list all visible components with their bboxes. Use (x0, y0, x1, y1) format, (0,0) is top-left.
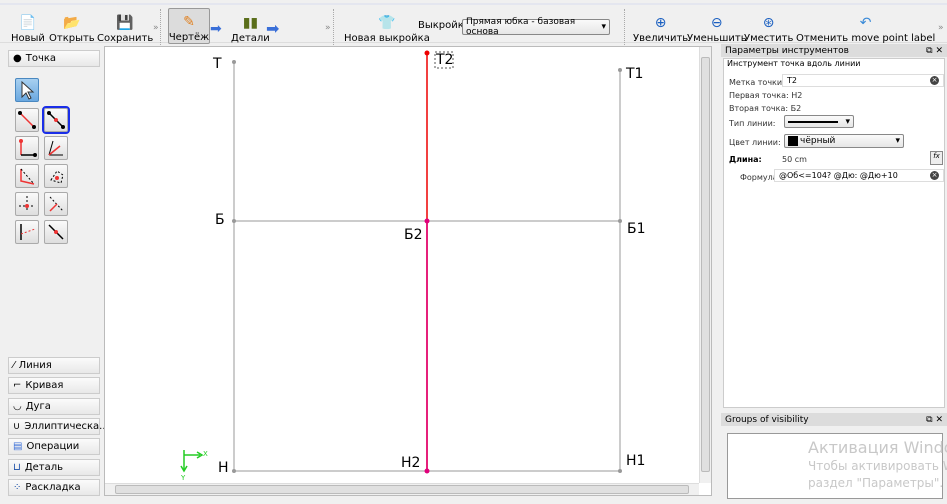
line-color-label: Цвет линии: (729, 138, 781, 147)
activation-watermark: Активация Windows Чтобы активировать Win… (808, 438, 947, 490)
vertical-scrollbar[interactable] (699, 47, 711, 483)
formula-editor-button[interactable]: fx (930, 151, 943, 165)
point-label-B[interactable]: Б (215, 212, 225, 228)
point-B (232, 219, 236, 223)
clear-icon[interactable]: × (930, 76, 939, 85)
chevron-down-icon: ▾ (845, 116, 850, 127)
point-label-H[interactable]: Н (218, 460, 229, 476)
point-H2 (424, 468, 430, 474)
point-label-value: Т2 (787, 76, 797, 85)
float-close-icons[interactable]: ⧉ ✕ (926, 415, 943, 425)
panel-title: Параметры инструментов (725, 45, 849, 56)
point-T1 (618, 68, 622, 72)
watermark-line: Чтобы активировать Windows, перейдите в (808, 459, 947, 473)
clear-icon[interactable]: × (930, 171, 939, 180)
point-label-B2[interactable]: Б2 (404, 227, 423, 243)
watermark-line: Активация Windows (808, 438, 947, 457)
point-B1 (618, 219, 622, 223)
second-point-value: Б2 (790, 104, 802, 113)
first-point-label: Первая точка: (729, 91, 789, 100)
color-swatch (788, 136, 798, 146)
point-H (232, 469, 236, 473)
tool-options-panel: Параметры инструментов ⧉ ✕ Инструмент точ… (721, 44, 947, 410)
line-type-label: Тип линии: (729, 119, 776, 128)
point-label-B1[interactable]: Б1 (627, 221, 646, 237)
first-point-row: Первая точка: Н2 (729, 91, 802, 100)
function-icon: fx (933, 152, 940, 160)
groups-title-bar: Groups of visibility ⧉ ✕ (721, 413, 947, 426)
point-label-T[interactable]: Т (213, 56, 222, 72)
point-T (232, 60, 236, 64)
point-B2 (424, 218, 430, 224)
line-type-select[interactable]: ▾ (784, 115, 854, 128)
float-close-icons[interactable]: ⧉ ✕ (926, 46, 943, 56)
point-T2 (424, 50, 430, 56)
second-point-row: Вторая точка: Б2 (729, 104, 801, 113)
groups-title: Groups of visibility (725, 414, 809, 425)
tool-subtitle: Инструмент точка вдоль линии (727, 59, 861, 68)
line-color-select[interactable]: чёрный ▾ (784, 134, 904, 148)
watermark-line: раздел "Параметры". (808, 476, 944, 490)
horizontal-scrollbar-thumb[interactable] (115, 485, 689, 494)
tool-options-title-bar: Параметры инструментов ⧉ ✕ (721, 44, 947, 57)
first-point-value: Н2 (791, 91, 803, 100)
tool-options-body: Инструмент точка вдоль линии Метка точки… (723, 58, 945, 408)
axis-x-label: X (203, 450, 208, 458)
horizontal-scrollbar[interactable] (105, 483, 699, 495)
axis-y-label: Y (181, 474, 186, 482)
second-point-label: Вторая точка: (729, 104, 789, 113)
point-label-H1[interactable]: Н1 (626, 453, 645, 469)
vertical-scrollbar-thumb[interactable] (701, 57, 710, 472)
chevron-down-icon: ▾ (895, 136, 900, 146)
point-label-label: Метка точки: (729, 78, 785, 87)
solid-line-icon (788, 120, 838, 123)
formula-input[interactable]: @Об<=104? @Дю: @Дю+10 (774, 169, 944, 182)
line-color-value: чёрный (800, 136, 836, 146)
point-H1 (618, 469, 622, 473)
point-label-T2[interactable]: Т2 (436, 52, 453, 68)
point-label-input[interactable]: Т2 (782, 74, 944, 87)
formula-label: Формула (740, 173, 778, 182)
point-label-T1[interactable]: Т1 (626, 66, 643, 82)
point-label-H2[interactable]: Н2 (401, 455, 420, 471)
length-value: 50 cm (782, 155, 807, 164)
formula-value: @Об<=104? @Дю: @Дю+10 (779, 171, 898, 180)
length-label: Длина: (729, 155, 762, 164)
